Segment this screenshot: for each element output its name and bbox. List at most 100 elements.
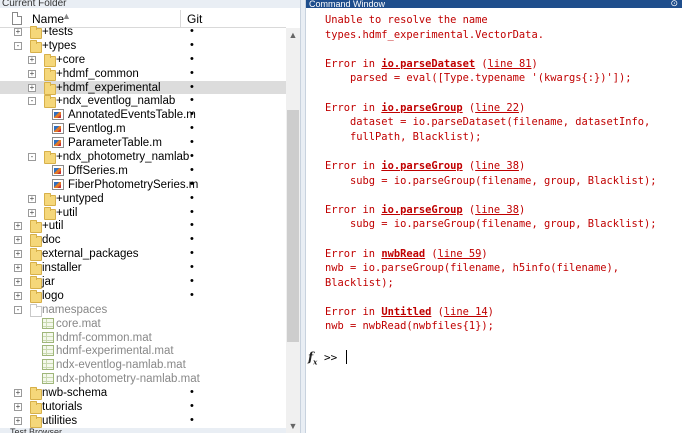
- tree-row[interactable]: + +tests •: [0, 25, 286, 39]
- folder-icon: [44, 53, 56, 67]
- test-browser-panel-tab[interactable]: Test Browser: [0, 428, 286, 433]
- output-text: Error in: [325, 57, 382, 70]
- folder-icon: [44, 206, 56, 220]
- tree-row[interactable]: + jar •: [0, 275, 286, 290]
- panel-menu-icon[interactable]: ⊙: [670, 0, 678, 8]
- function-link[interactable]: Untitled: [381, 306, 431, 318]
- command-window[interactable]: Command Window ⊙ Unable to resolve the n…: [306, 0, 682, 433]
- function-link[interactable]: io.parseGroup: [381, 160, 462, 172]
- expand-icon[interactable]: +: [14, 278, 22, 287]
- function-link[interactable]: io.parseDataset: [381, 58, 475, 70]
- tree-item-label: AnnotatedEventsTable.m: [68, 109, 196, 122]
- expand-icon[interactable]: +: [14, 403, 22, 412]
- tree-row[interactable]: + +hdmf_experimental •: [0, 80, 286, 95]
- output-text: (: [431, 305, 444, 318]
- tree-row[interactable]: + external_packages •: [0, 247, 286, 262]
- line-number-link[interactable]: line 38: [475, 160, 519, 172]
- expand-icon[interactable]: +: [28, 83, 36, 92]
- tree-row[interactable]: - +ndx_eventlog_namlab •: [0, 94, 286, 109]
- git-status-indicator: •: [190, 386, 194, 399]
- tree-item-label: +tests: [42, 26, 74, 38]
- function-browser-icon[interactable]: fx: [308, 350, 317, 366]
- tree-item-label: ndx-eventlog-namlab.mat: [56, 359, 186, 372]
- scroll-up-arrow-icon[interactable]: ▲: [286, 30, 300, 40]
- tree-item-label: core.mat: [56, 317, 101, 330]
- output-text: ): [518, 159, 526, 172]
- expand-icon[interactable]: +: [14, 291, 22, 300]
- expand-icon[interactable]: +: [14, 416, 22, 425]
- tree-item-label: +util: [42, 220, 64, 233]
- collapse-icon[interactable]: -: [28, 153, 36, 162]
- function-link[interactable]: io.parseGroup: [381, 204, 462, 216]
- function-link[interactable]: nwbRead: [381, 248, 425, 260]
- tree-row[interactable]: + +core •: [0, 53, 286, 67]
- collapse-icon[interactable]: -: [28, 97, 36, 106]
- expand-icon[interactable]: +: [14, 264, 22, 273]
- tree-row[interactable]: + +util •: [0, 219, 286, 234]
- git-status-indicator: •: [190, 80, 194, 93]
- sort-ascending-icon[interactable]: ▲: [62, 11, 71, 21]
- line-number-link[interactable]: line 22: [475, 102, 519, 114]
- scroll-down-arrow-icon[interactable]: ▼: [286, 421, 300, 431]
- tree-row[interactable]: - namespaces: [0, 303, 286, 317]
- tree-row[interactable]: ndx-eventlog-namlab.mat: [0, 358, 286, 372]
- tree-item-label: hdmf-common.mat: [56, 331, 152, 344]
- tree-item-label: +hdmf_common: [56, 67, 139, 80]
- scrollbar-thumb[interactable]: [287, 110, 299, 342]
- line-number-link[interactable]: line 81: [488, 58, 532, 70]
- tree-row[interactable]: core.mat: [0, 317, 286, 331]
- collapse-icon[interactable]: -: [14, 41, 22, 50]
- expand-icon[interactable]: +: [14, 28, 22, 36]
- tree-row[interactable]: - +ndx_photometry_namlab •: [0, 150, 286, 165]
- expand-icon[interactable]: +: [28, 194, 36, 203]
- tree-row[interactable]: ndx-photometry-namlab.mat: [0, 372, 286, 386]
- tree-item-label: +types: [42, 39, 77, 52]
- git-status-indicator: •: [190, 261, 194, 274]
- folder-icon: [30, 387, 42, 401]
- git-status-indicator: •: [190, 400, 194, 413]
- expand-icon[interactable]: +: [28, 208, 36, 217]
- tree-row[interactable]: hdmf-common.mat: [0, 331, 286, 345]
- output-line: Error in io.parseDataset (line 81): [325, 57, 682, 72]
- tree-row[interactable]: + +untyped •: [0, 192, 286, 206]
- line-number-link[interactable]: line 38: [475, 204, 519, 216]
- tree-row[interactable]: + utilities •: [0, 414, 286, 428]
- tree-item-label: doc: [42, 234, 61, 247]
- tree-row[interactable]: + installer •: [0, 261, 286, 276]
- git-column-header[interactable]: Git: [187, 12, 202, 26]
- tree-row[interactable]: AnnotatedEventsTable.m •: [0, 108, 286, 122]
- tree-row[interactable]: + doc •: [0, 233, 286, 248]
- folder-vertical-scrollbar[interactable]: ▲ ▼: [286, 28, 300, 433]
- line-number-link[interactable]: line 59: [438, 248, 482, 260]
- tree-row[interactable]: + +hdmf_common •: [0, 67, 286, 81]
- tree-row[interactable]: - +types •: [0, 39, 286, 53]
- tree-row[interactable]: + nwb-schema •: [0, 386, 286, 401]
- name-column-header[interactable]: Name: [32, 12, 64, 26]
- tree-row[interactable]: DffSeries.m •: [0, 164, 286, 178]
- expand-icon[interactable]: +: [14, 236, 22, 245]
- tree-row[interactable]: + +util •: [0, 206, 286, 220]
- output-line: Unable to resolve the name: [325, 13, 682, 28]
- expand-icon[interactable]: +: [14, 389, 22, 398]
- file-type-icon: [12, 12, 22, 25]
- git-status-indicator: •: [190, 413, 194, 426]
- tree-row[interactable]: + logo •: [0, 289, 286, 303]
- tree-row[interactable]: Eventlog.m •: [0, 122, 286, 136]
- expand-icon[interactable]: +: [14, 222, 22, 231]
- folder-tree: + +tests • - +types • + +core • + +hdmf_common • + +h…: [0, 25, 286, 428]
- function-link[interactable]: io.parseGroup: [381, 102, 462, 114]
- tree-row[interactable]: hdmf-experimental.mat: [0, 344, 286, 358]
- expand-icon[interactable]: +: [28, 69, 36, 78]
- collapse-icon[interactable]: -: [14, 305, 22, 314]
- tree-row[interactable]: ParameterTable.m •: [0, 136, 286, 150]
- git-status-indicator: •: [190, 94, 194, 107]
- command-prompt-row[interactable]: fx >>: [308, 350, 678, 366]
- expand-icon[interactable]: +: [28, 55, 36, 64]
- line-number-link[interactable]: line 14: [444, 306, 488, 318]
- tree-row[interactable]: + tutorials •: [0, 400, 286, 415]
- tree-row[interactable]: FiberPhotometrySeries.m •: [0, 178, 286, 192]
- expand-icon[interactable]: +: [14, 250, 22, 259]
- folder-icon: [30, 262, 42, 276]
- folder-icon: [44, 151, 56, 165]
